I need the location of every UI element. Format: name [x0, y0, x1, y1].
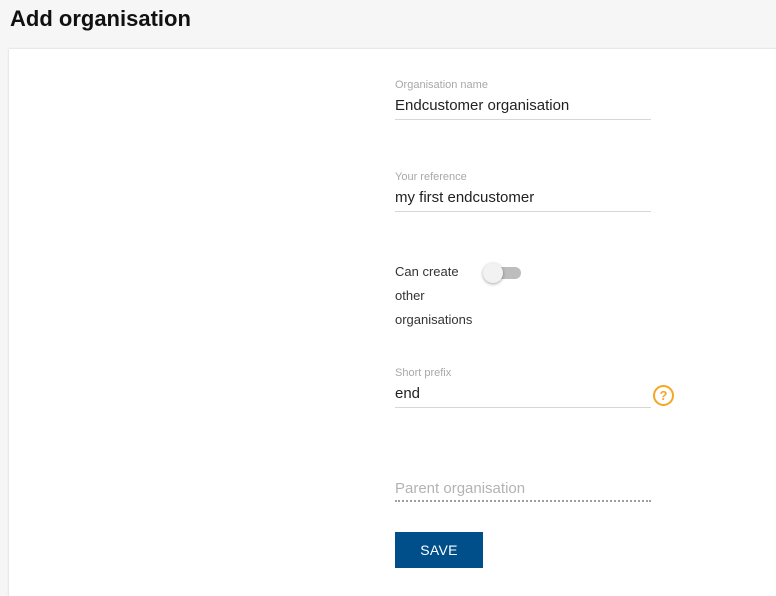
form-card: Organisation name Your reference Can cre…	[9, 49, 776, 596]
save-button[interactable]: SAVE	[395, 532, 483, 568]
can-create-organisations-row: Can create other organisations	[395, 260, 595, 332]
parent-organisation-field	[395, 477, 651, 502]
page-title: Add organisation	[10, 6, 191, 31]
your-reference-input[interactable]	[395, 188, 651, 212]
short-prefix-field: Short prefix	[395, 366, 651, 408]
your-reference-field: Your reference	[395, 170, 651, 212]
toggle-thumb[interactable]	[483, 263, 503, 283]
question-circle-icon[interactable]: ?	[653, 385, 674, 406]
can-create-organisations-label: Can create other organisations	[395, 264, 473, 327]
can-create-organisations-toggle[interactable]	[483, 263, 525, 283]
parent-organisation-select[interactable]	[395, 477, 651, 502]
organisation-name-input[interactable]	[395, 96, 651, 120]
short-prefix-input[interactable]	[395, 384, 651, 408]
your-reference-label: Your reference	[395, 171, 467, 183]
short-prefix-label: Short prefix	[395, 367, 452, 379]
organisation-name-label: Organisation name	[395, 79, 488, 91]
organisation-name-field: Organisation name	[395, 78, 651, 120]
